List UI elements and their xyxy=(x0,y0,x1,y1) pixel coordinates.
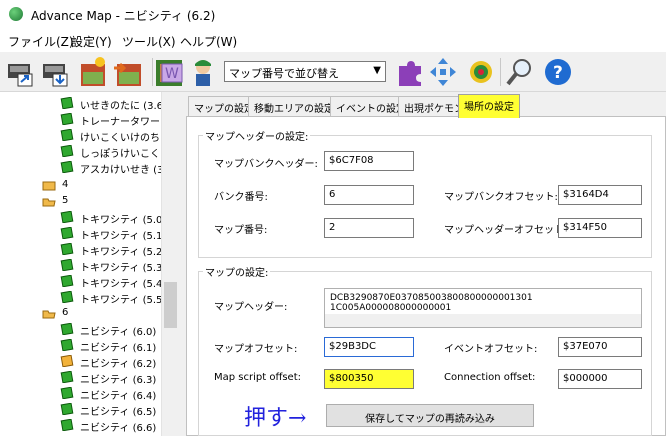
tree-item-label: ニビシティ (6.0) xyxy=(80,327,157,338)
map-leaf-icon xyxy=(60,113,74,125)
trainer-icon[interactable] xyxy=(188,56,218,88)
tab-movement-settings[interactable]: 移動エリアの設定 xyxy=(248,96,340,116)
map-number-label: マップ番号: xyxy=(214,225,268,236)
map-leaf-icon xyxy=(60,145,74,157)
map-number-field[interactable]: 2 xyxy=(324,218,414,238)
map-script-offset-label: Map script offset: xyxy=(214,372,301,383)
bank-header-label: マップバンクヘッダー: xyxy=(214,159,318,170)
folder-open-icon xyxy=(42,198,56,207)
folder-open-icon xyxy=(42,310,56,319)
tree-folder-label: 4 xyxy=(62,179,69,190)
save-reload-button[interactable]: 保存してマップの再読み込み xyxy=(326,404,534,427)
title-bar: Advance Map - ニビシティ (6.2) xyxy=(0,0,666,30)
toolbar-separator xyxy=(152,58,153,86)
handwritten-annotation: 押す→ xyxy=(244,406,307,431)
connection-offset-field[interactable]: $000000 xyxy=(558,369,642,389)
import-map-icon[interactable] xyxy=(80,56,110,88)
script-puzzle-icon[interactable] xyxy=(395,56,425,88)
tree-item-label: トキワシティ (5.4) xyxy=(80,279,167,290)
group-title: マップの設定: xyxy=(205,268,269,279)
sort-combo[interactable]: マップ番号で並び替え ▼ xyxy=(224,61,386,82)
tree-item-label: いせきのたに (3.61 xyxy=(80,101,170,112)
map-script-offset-field[interactable]: $800350 xyxy=(324,369,414,389)
bank-number-label: バンク番号: xyxy=(214,192,268,203)
map-leaf-icon xyxy=(60,129,74,141)
tree-scrollbar[interactable] xyxy=(161,92,178,436)
bank-number-field[interactable]: 6 xyxy=(324,185,414,205)
color-icon[interactable] xyxy=(466,56,496,88)
map-tree[interactable]: いせきのたに (3.61 トレーナータワー ( けいこくいけのち (3. しっぽ… xyxy=(0,92,178,436)
open-rom-icon[interactable] xyxy=(6,56,36,88)
map-header-field[interactable]: DCB3290870E037085003800800000001301 1C00… xyxy=(324,288,642,328)
search-icon[interactable] xyxy=(505,56,535,88)
tree-item-label: トキワシティ (5.2) xyxy=(80,247,167,258)
sort-combo-value: マップ番号で並び替え xyxy=(229,67,339,80)
menu-settings[interactable]: 設定(Y) xyxy=(71,33,112,50)
save-rom-icon[interactable] xyxy=(41,56,71,88)
app-icon xyxy=(9,7,23,21)
tree-item-label: ニビシティ (6.4) xyxy=(80,391,157,402)
menu-tools[interactable]: ツール(X) xyxy=(122,33,176,50)
tree-item-label: トキワシティ (5.3) xyxy=(80,263,167,274)
tree-folder-label: 6 xyxy=(62,307,69,318)
group-title: マップヘッダーの設定: xyxy=(205,132,309,143)
tree-item-label: トキワシティ (5.1) xyxy=(80,231,167,242)
menu-bar: ファイル(Z) 設定(Y) ツール(X) ヘルプ(W) xyxy=(0,30,666,52)
event-offset-field[interactable]: $37E070 xyxy=(558,337,642,357)
map-leaf-icon xyxy=(60,243,74,255)
bank-header-field[interactable]: $6C7F08 xyxy=(324,151,414,171)
move-arrows-icon[interactable] xyxy=(428,56,458,88)
menu-file[interactable]: ファイル(Z) xyxy=(8,33,74,50)
tree-folder-label: 5 xyxy=(62,195,69,206)
map-offset-field[interactable]: $29B3DC xyxy=(324,337,414,357)
panel-splitter[interactable] xyxy=(178,92,186,436)
menu-help[interactable]: ヘルプ(W) xyxy=(180,33,237,50)
tree-item-label: ニビシティ (6.3) xyxy=(80,375,157,386)
map-leaf-icon xyxy=(60,339,74,351)
tree-item-label: トキワシティ (5.5) xyxy=(80,295,167,306)
map-header-label: マップヘッダー: xyxy=(214,302,288,313)
map-leaf-selected-icon xyxy=(60,355,74,367)
window-title: Advance Map - ニビシティ (6.2) xyxy=(31,9,216,23)
map-offset-label: マップオフセット: xyxy=(214,344,298,355)
tree-item-label: ニビシティ (6.5) xyxy=(80,407,157,418)
svg-text:W: W xyxy=(165,66,179,82)
tab-location-settings[interactable]: 場所の設定 xyxy=(458,94,520,118)
map-leaf-icon xyxy=(60,403,74,415)
svg-text:?: ? xyxy=(553,63,563,83)
map-leaf-icon xyxy=(60,227,74,239)
help-icon[interactable]: ? xyxy=(543,56,573,88)
map-leaf-icon xyxy=(60,161,74,173)
tree-item-label: トレーナータワー ( xyxy=(80,117,168,128)
map-leaf-icon xyxy=(60,419,74,431)
connection-offset-label: Connection offset: xyxy=(444,372,536,383)
bank-offset-field[interactable]: $3164D4 xyxy=(558,185,642,205)
map-leaf-icon xyxy=(60,259,74,271)
header-offset-field[interactable]: $314F50 xyxy=(558,218,642,238)
event-offset-label: イベントオフセット: xyxy=(444,344,538,355)
bank-offset-label: マップバンクオフセット: xyxy=(444,192,558,203)
map-leaf-icon xyxy=(60,275,74,287)
tree-item-label: ニビシティ (6.2) xyxy=(80,359,157,370)
wildmon-icon[interactable]: W xyxy=(160,56,184,88)
folder-closed-icon xyxy=(42,181,56,191)
export-map-icon[interactable] xyxy=(112,56,142,88)
map-leaf-icon xyxy=(60,371,74,383)
map-leaf-icon xyxy=(60,211,74,223)
scrollbar-thumb[interactable] xyxy=(164,282,177,328)
map-leaf-icon xyxy=(60,97,74,109)
tree-item-label: アスカけいせき (3.6 xyxy=(80,165,173,176)
map-leaf-icon xyxy=(60,291,74,303)
map-leaf-icon xyxy=(60,387,74,399)
chevron-down-icon: ▼ xyxy=(373,65,381,76)
tree-item-label: トキワシティ (5.0) xyxy=(80,215,167,226)
map-header-value: DCB3290870E037085003800800000001301 1C00… xyxy=(330,293,533,313)
header-offset-label: マップヘッダーオフセット: xyxy=(444,225,568,236)
toolbar-separator xyxy=(500,58,501,86)
map-leaf-icon xyxy=(60,323,74,335)
tree-item-label: ニビシティ (6.1) xyxy=(80,343,157,354)
tree-item-label: ニビシティ (6.6) xyxy=(80,423,157,434)
map-header-hscroll[interactable] xyxy=(325,314,641,327)
